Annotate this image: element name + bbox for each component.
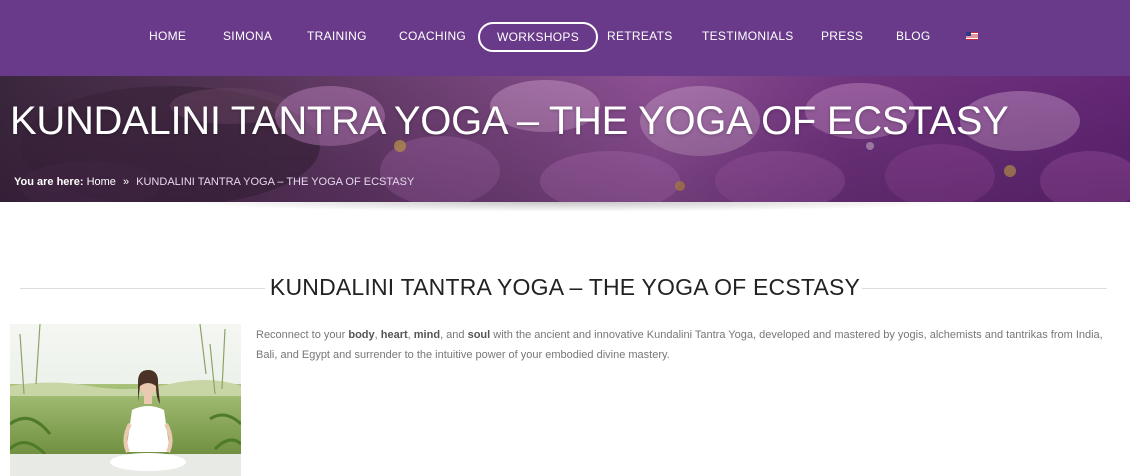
hero-shadow <box>10 202 1120 216</box>
intro-bold-heart: heart <box>380 329 408 341</box>
nav-item-testimonials[interactable]: TESTIMONIALS <box>702 29 794 43</box>
breadcrumb-label: You are here: <box>14 176 84 188</box>
breadcrumb-separator: » <box>122 176 130 188</box>
breadcrumb: You are here: Home » KUNDALINI TANTRA YO… <box>14 176 414 188</box>
us-flag-icon[interactable] <box>966 32 978 40</box>
page-title: KUNDALINI TANTRA YOGA – THE YOGA OF ECST… <box>10 99 1009 143</box>
meditating-woman-image <box>10 324 241 476</box>
intro-text: , and <box>440 329 468 341</box>
intro-bold-body: body <box>348 329 375 341</box>
nav-item-workshops[interactable]: WORKSHOPS <box>478 22 599 52</box>
intro-text: Reconnect to your <box>256 329 349 341</box>
nav-item-retreats[interactable]: RETREATS <box>607 29 673 43</box>
breadcrumb-current: KUNDALINI TANTRA YOGA – THE YOGA OF ECST… <box>136 176 415 188</box>
nav-item-coaching[interactable]: COACHING <box>399 29 466 43</box>
title-divider-right <box>862 288 1107 289</box>
main-navigation: HOME SIMONA TRAINING COACHING WORKSHOPS … <box>0 0 1130 76</box>
intro-bold-soul: soul <box>467 329 491 341</box>
nav-item-home[interactable]: HOME <box>149 29 186 43</box>
nav-item-training[interactable]: TRAINING <box>307 29 367 43</box>
breadcrumb-home-link[interactable]: Home <box>87 176 116 188</box>
yoga-meditation-photo <box>10 324 241 476</box>
intro-bold-mind: mind <box>413 329 441 341</box>
nav-item-press[interactable]: PRESS <box>821 29 863 43</box>
nav-item-blog[interactable]: BLOG <box>896 29 931 43</box>
nav-item-simona[interactable]: SIMONA <box>223 29 272 43</box>
hero-banner: KUNDALINI TANTRA YOGA – THE YOGA OF ECST… <box>0 76 1130 202</box>
intro-paragraph: Reconnect to your body, heart, mind, and… <box>256 326 1116 365</box>
